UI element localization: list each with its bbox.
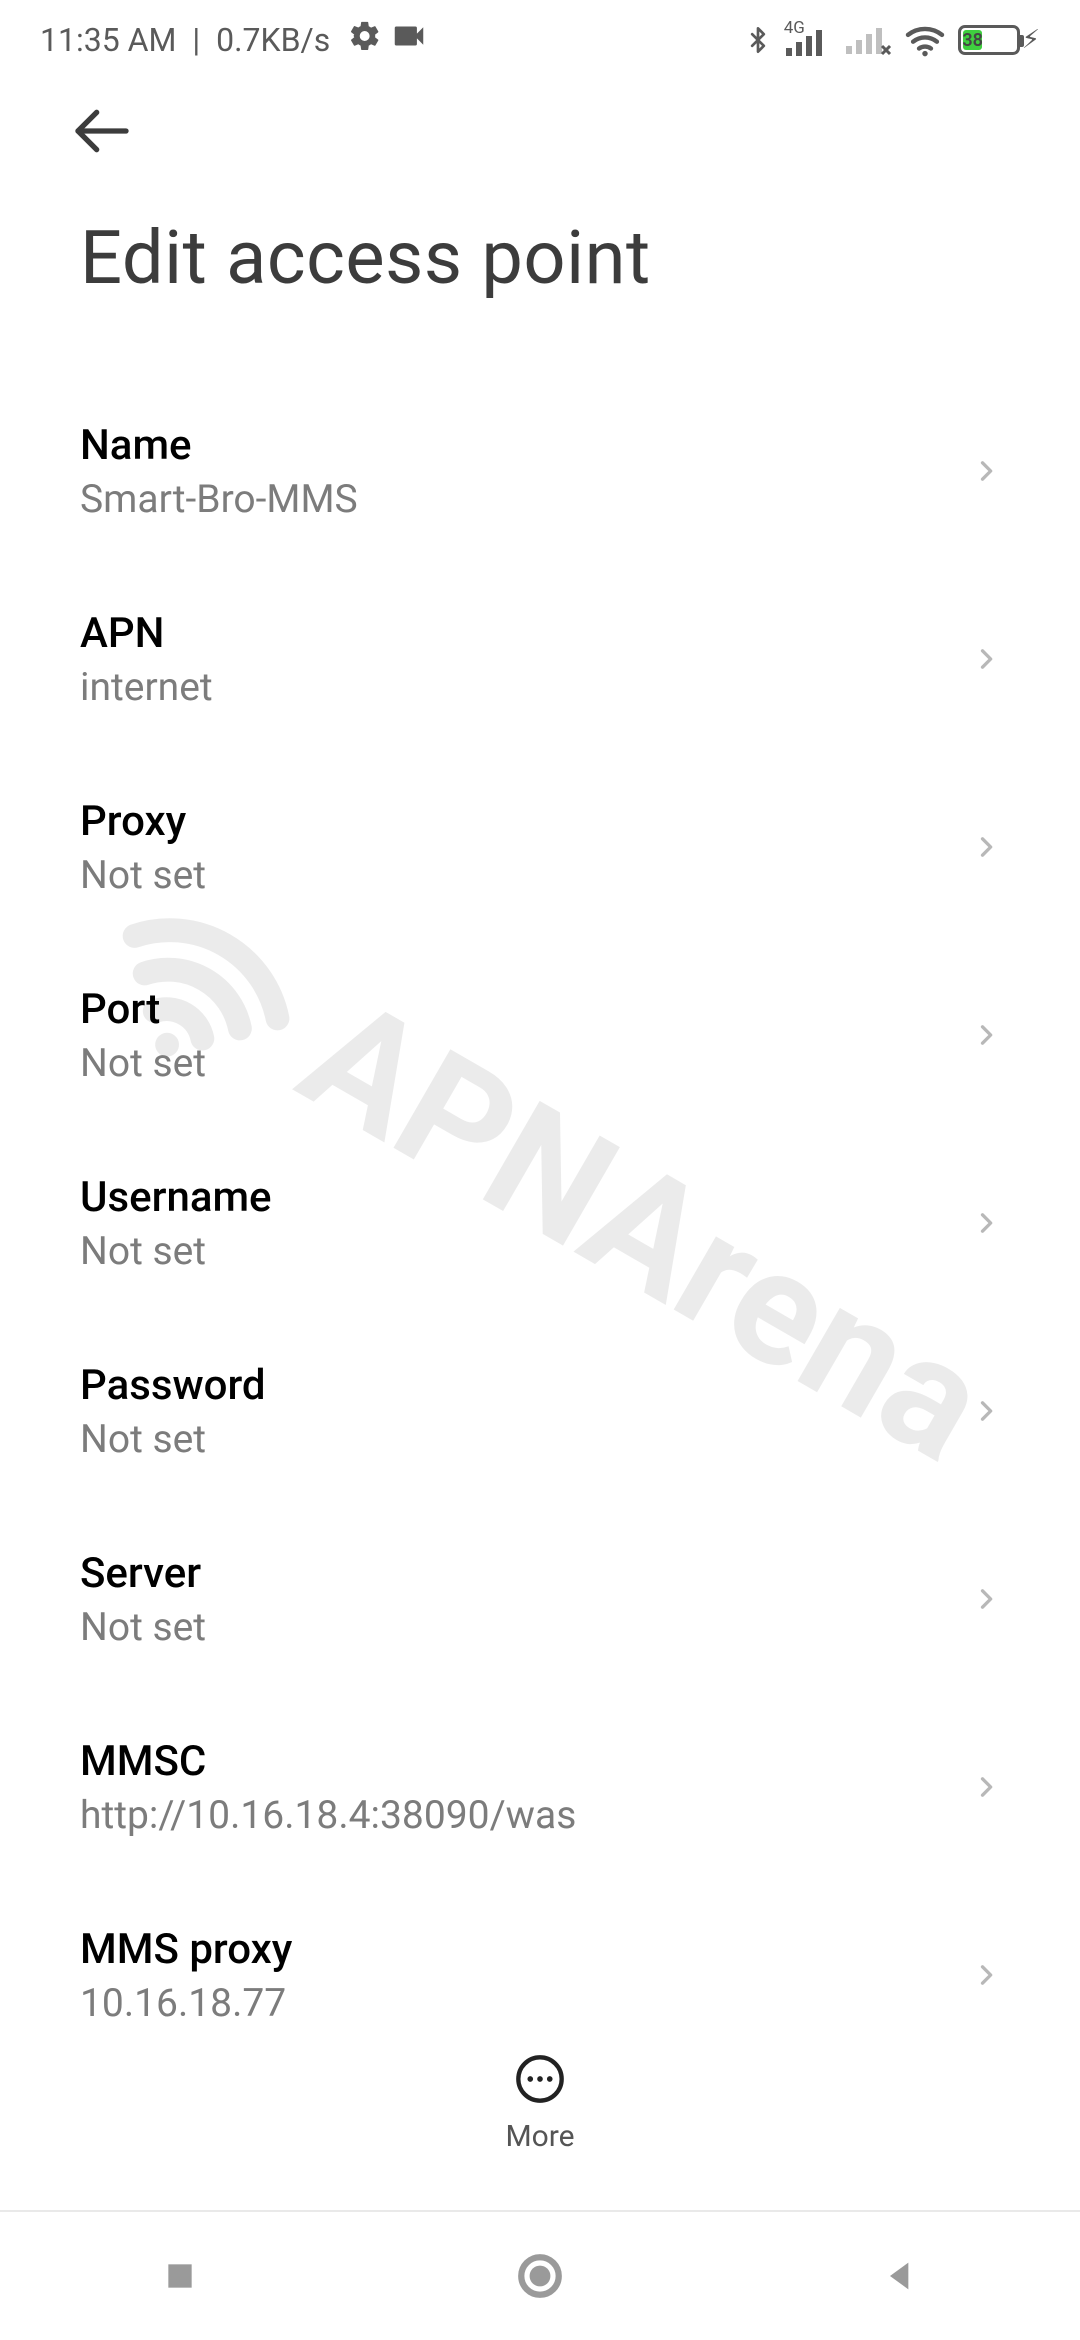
setting-label: Port	[80, 985, 972, 1034]
chevron-right-icon	[972, 1773, 1000, 1801]
more-label: More	[505, 2119, 574, 2154]
setting-label: Name	[80, 421, 972, 470]
setting-label: Password	[80, 1361, 972, 1410]
bottom-action-bar: More	[0, 2028, 1080, 2178]
setting-value: internet	[80, 664, 972, 710]
page-title: Edit access point	[80, 215, 1000, 302]
setting-item-apn[interactable]: APN internet	[0, 565, 1080, 753]
setting-value: Not set	[80, 1040, 972, 1086]
apn-settings-list: Name Smart-Bro-MMS APN internet Proxy No…	[0, 377, 1080, 2069]
status-bar: 11:35 AM | 0.7KB/s 4G	[0, 0, 1080, 80]
chevron-right-icon	[972, 1021, 1000, 1049]
setting-label: MMS proxy	[80, 1925, 972, 1974]
setting-value: Not set	[80, 1228, 972, 1274]
chevron-right-icon	[972, 833, 1000, 861]
system-nav-bar	[0, 2210, 1080, 2340]
battery-indicator: 38 ⚡︎	[958, 25, 1040, 55]
setting-value: Not set	[80, 852, 972, 898]
setting-value: Smart-Bro-MMS	[80, 476, 972, 522]
setting-label: APN	[80, 609, 972, 658]
setting-item-name[interactable]: Name Smart-Bro-MMS	[0, 377, 1080, 565]
more-button[interactable]: More	[505, 2053, 574, 2154]
setting-value: Not set	[80, 1604, 972, 1650]
setting-item-proxy[interactable]: Proxy Not set	[0, 753, 1080, 941]
setting-label: Username	[80, 1173, 972, 1222]
chevron-right-icon	[972, 1209, 1000, 1237]
setting-label: MMSC	[80, 1737, 972, 1786]
setting-label: Proxy	[80, 797, 972, 846]
chevron-right-icon	[972, 1585, 1000, 1613]
wifi-icon	[904, 23, 946, 57]
setting-item-server[interactable]: Server Not set	[0, 1505, 1080, 1693]
nav-home-button[interactable]	[362, 2212, 718, 2340]
setting-item-password[interactable]: Password Not set	[0, 1317, 1080, 1505]
signal-4g-icon: 4G	[784, 24, 832, 56]
chevron-right-icon	[972, 1397, 1000, 1425]
setting-label: Server	[80, 1549, 972, 1598]
setting-item-username[interactable]: Username Not set	[0, 1129, 1080, 1317]
nav-back-button[interactable]	[722, 2212, 1078, 2340]
setting-value: http://10.16.18.4:38090/was	[80, 1792, 972, 1838]
setting-item-port[interactable]: Port Not set	[0, 941, 1080, 1129]
chevron-right-icon	[972, 645, 1000, 673]
battery-pct: 38	[963, 30, 983, 50]
setting-value: 10.16.18.77	[80, 1980, 972, 2026]
status-separator: |	[184, 21, 208, 59]
camera-icon	[390, 17, 428, 63]
signal-nosim-icon	[844, 24, 892, 56]
chevron-right-icon	[972, 1961, 1000, 1989]
status-net-speed: 0.7KB/s	[216, 21, 330, 59]
back-button[interactable]	[70, 99, 134, 167]
bluetooth-icon	[744, 23, 772, 57]
setting-item-mmsc[interactable]: MMSC http://10.16.18.4:38090/was	[0, 1693, 1080, 1881]
nav-recent-button[interactable]	[2, 2212, 358, 2340]
chevron-right-icon	[972, 457, 1000, 485]
charging-bolt-icon: ⚡︎	[1022, 25, 1040, 55]
gear-icon	[348, 19, 382, 61]
status-time: 11:35 AM	[40, 21, 176, 59]
setting-value: Not set	[80, 1416, 972, 1462]
